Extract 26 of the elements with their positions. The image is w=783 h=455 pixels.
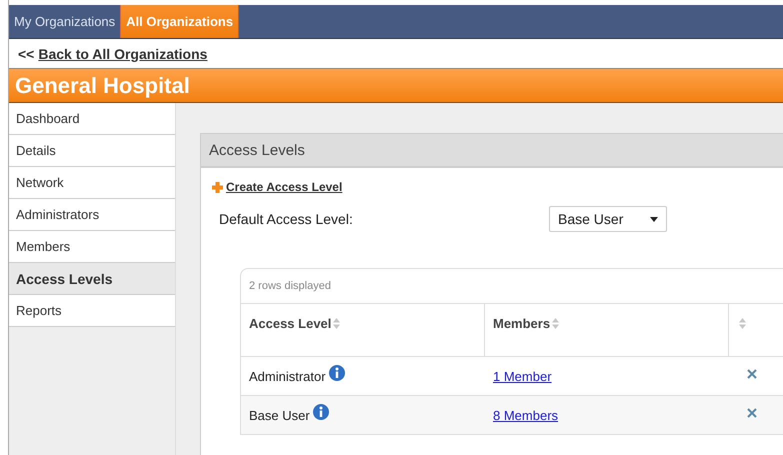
back-link[interactable]: Back to All Organizations [38, 46, 208, 62]
sidebar-item[interactable]: Reports [9, 295, 175, 327]
organization-title: General Hospital [9, 68, 783, 103]
sidebar-item[interactable]: Administrators [9, 199, 175, 231]
create-link[interactable]: Create Access Level [226, 180, 342, 194]
panel-title: Access Levels [201, 134, 783, 168]
nav-tab[interactable]: My Organizations [9, 5, 120, 38]
access-level-dropdown[interactable]: Base User [549, 206, 667, 232]
back-arrows: << [18, 46, 34, 62]
info-icon[interactable] [312, 404, 329, 420]
table-cell: Administrator [249, 368, 326, 384]
members-link[interactable]: 8 Members [493, 408, 558, 422]
sidebar-item[interactable]: Details [9, 135, 175, 167]
sidebar-item[interactable]: Access Levels [9, 263, 175, 295]
column-header[interactable]: Access Level [249, 316, 332, 331]
column-header[interactable]: Members [493, 316, 550, 331]
field-label: Default Access Level: [219, 211, 354, 227]
sidebar-item[interactable]: Network [9, 167, 175, 199]
sidebar-item[interactable]: Members [9, 231, 175, 263]
caret-icon [650, 216, 658, 222]
row-count: 2 rows displayed [241, 269, 783, 304]
members-link[interactable]: 1 Member [493, 368, 552, 384]
sidebar-item[interactable]: Dashboard [9, 103, 175, 135]
table-cell: Base User [249, 408, 310, 422]
info-icon[interactable] [328, 365, 345, 381]
plus-icon [212, 182, 223, 192]
